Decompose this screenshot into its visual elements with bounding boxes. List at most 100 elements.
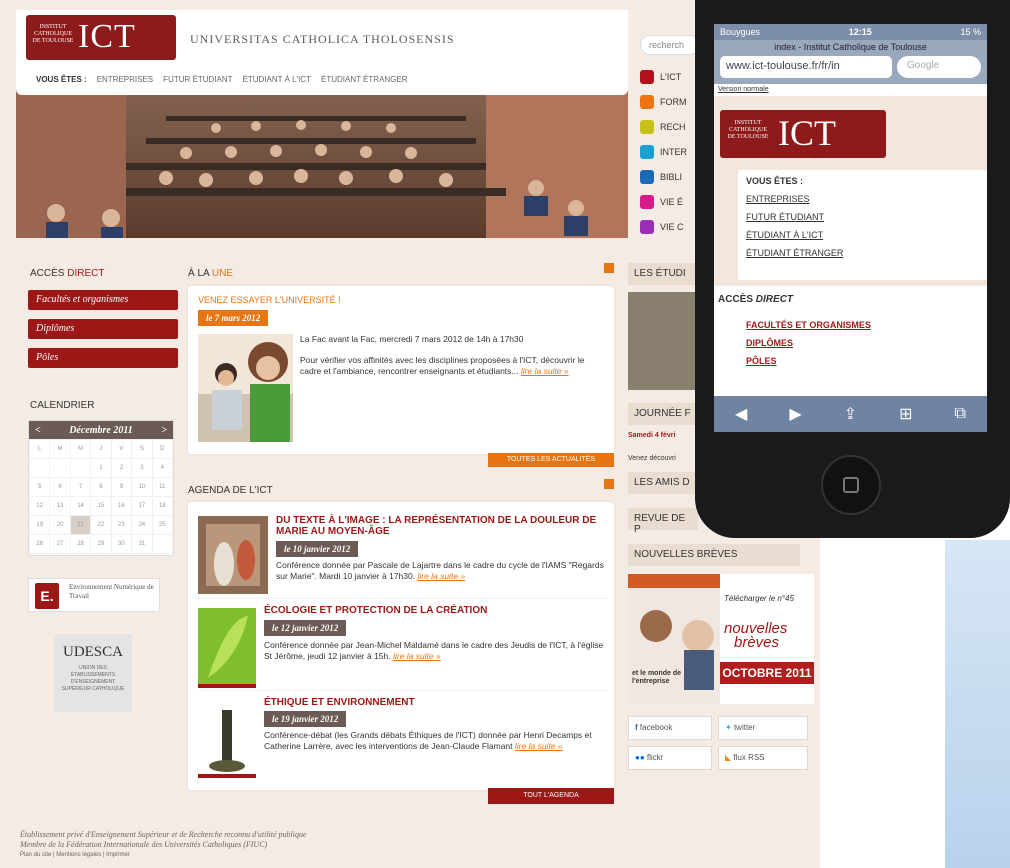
revue-heading[interactable]: REVUE DE P bbox=[628, 508, 698, 535]
calendar-day[interactable]: 27 bbox=[49, 534, 71, 554]
calendar-day[interactable]: 5 bbox=[28, 477, 51, 497]
calendar-day[interactable]: 9 bbox=[110, 477, 133, 497]
section-nav-item[interactable]: INTER bbox=[640, 143, 700, 161]
rss-icon[interactable] bbox=[604, 263, 614, 273]
tabs-icon[interactable]: ⧉ bbox=[955, 405, 966, 423]
search-input[interactable]: recherch bbox=[640, 35, 700, 55]
acces-diplomes-button[interactable]: Diplômes bbox=[28, 319, 178, 339]
calendar-day[interactable]: 17 bbox=[131, 496, 153, 516]
facebook-icon: f bbox=[635, 723, 638, 732]
mobile-acces-diplomes[interactable]: DIPLÔMES bbox=[738, 334, 987, 352]
section-nav-item[interactable]: FORM bbox=[640, 93, 700, 111]
calendar-day[interactable]: 4 bbox=[151, 458, 174, 478]
calendar-day[interactable]: 23 bbox=[110, 515, 133, 535]
home-button[interactable] bbox=[821, 455, 881, 515]
version-normale-link[interactable]: Version normale bbox=[714, 84, 987, 95]
flickr-link[interactable]: ●● flickr bbox=[628, 746, 712, 770]
ent-link[interactable]: E. Environnement Numérique de Travail bbox=[28, 578, 160, 612]
event-3-more-link[interactable]: lire la suite » bbox=[515, 741, 563, 751]
calendar-day[interactable]: 28 bbox=[69, 534, 92, 554]
calendar-day[interactable]: 19 bbox=[28, 515, 51, 535]
breves-logo-b: brèves bbox=[734, 634, 780, 651]
calendar-day[interactable]: 30 bbox=[110, 534, 133, 554]
acces-poles-button[interactable]: Pôles bbox=[28, 348, 178, 368]
une-title-a: À LA bbox=[188, 268, 210, 279]
amis-heading[interactable]: LES AMIS D bbox=[628, 472, 698, 494]
calendar-day[interactable]: 20 bbox=[49, 515, 71, 535]
journee-heading[interactable]: JOURNÉE F bbox=[628, 403, 698, 425]
twitter-link[interactable]: ✦ twitter bbox=[718, 716, 808, 740]
calendar-next-button[interactable]: > bbox=[161, 425, 167, 436]
nav-etudiant-etranger[interactable]: ÉTUDIANT ÉTRANGER bbox=[321, 75, 408, 84]
calendar-day[interactable]: 12 bbox=[28, 496, 51, 516]
audience-nav: VOUS ÊTES : ENTREPRISES FUTUR ÉTUDIANT É… bbox=[28, 66, 456, 92]
rss-feed-label: flux RSS bbox=[733, 753, 765, 762]
ict-logo[interactable]: INSTITUT CATHOLIQUE DE TOULOUSE ICT bbox=[26, 15, 176, 60]
event-1-title[interactable]: DU TEXTE À L'IMAGE : LA REPRÉSENTATION D… bbox=[276, 515, 606, 537]
calendar-day[interactable]: 21 bbox=[69, 515, 92, 535]
calendar-day[interactable]: 3 bbox=[131, 458, 153, 478]
calendar-day[interactable]: 25 bbox=[151, 515, 174, 535]
section-nav-item[interactable]: BIBLI bbox=[640, 168, 700, 186]
calendar-day bbox=[151, 534, 174, 554]
mobile-acces-diplomes-label: DIPLÔMES bbox=[746, 338, 794, 348]
mobile-acces-facultes[interactable]: FACULTÉS ET ORGANISMES bbox=[738, 316, 987, 334]
mobile-acces-poles[interactable]: PÔLES bbox=[738, 352, 987, 370]
bookmarks-icon[interactable]: ⊞ bbox=[899, 404, 912, 424]
calendar-day[interactable]: 7 bbox=[69, 477, 92, 497]
calendar-day[interactable]: 24 bbox=[131, 515, 153, 535]
calendar-day[interactable]: 16 bbox=[110, 496, 133, 516]
event-1-more-link[interactable]: lire la suite » bbox=[417, 571, 465, 581]
breves-cover[interactable]: et le monde de l'entreprise Télécharger … bbox=[628, 574, 814, 704]
event-2-title[interactable]: ÉCOLOGIE ET PROTECTION DE LA CRÉATION bbox=[264, 605, 487, 616]
nav-etudiant-ict[interactable]: ÉTUDIANT À L'ICT bbox=[242, 75, 311, 84]
calendar-day[interactable]: 18 bbox=[151, 496, 174, 516]
nav-entreprises[interactable]: ENTREPRISES bbox=[97, 75, 153, 84]
acces-facultes-button[interactable]: Facultés et organismes bbox=[28, 290, 178, 310]
event-2-more-link[interactable]: lire la suite » bbox=[393, 651, 441, 661]
facebook-link[interactable]: f facebook bbox=[628, 716, 712, 740]
mobile-link-futur[interactable]: FUTUR ÉTUDIANT bbox=[738, 206, 987, 224]
mobile-link-entreprises[interactable]: ENTREPRISES bbox=[738, 192, 987, 206]
calendar-day[interactable]: 22 bbox=[90, 515, 112, 535]
mobile-link-etranger[interactable]: ÉTUDIANT ÉTRANGER bbox=[738, 242, 987, 260]
share-icon[interactable]: ⇪ bbox=[844, 404, 857, 424]
event-3-title[interactable]: ÉTHIQUE ET ENVIRONNEMENT bbox=[264, 697, 415, 708]
footer-links[interactable]: Plan du site | Mentions légales | Imprim… bbox=[20, 850, 307, 860]
all-agenda-button[interactable]: TOUT L'AGENDA bbox=[488, 788, 614, 804]
forward-icon[interactable]: ▶ bbox=[789, 404, 801, 424]
calendar-day[interactable]: 1 bbox=[90, 458, 112, 478]
une-more-link[interactable]: lire la suite » bbox=[521, 366, 569, 376]
agenda-rss-icon[interactable] bbox=[604, 479, 614, 489]
event-3-desc: Conférence-débat (les Grands débats Éthi… bbox=[264, 730, 609, 752]
nav-futur-etudiant[interactable]: FUTUR ÉTUDIANT bbox=[163, 75, 232, 84]
etudiants-heading[interactable]: LES ÉTUDI bbox=[628, 263, 698, 285]
calendar-day[interactable]: 14 bbox=[69, 496, 92, 516]
google-search-field[interactable]: Google bbox=[897, 56, 981, 78]
calendar-day[interactable]: 8 bbox=[90, 477, 112, 497]
calendar-prev-button[interactable]: < bbox=[35, 425, 41, 436]
section-nav-item[interactable]: VIE C bbox=[640, 218, 700, 236]
url-field[interactable]: www.ict-toulouse.fr/fr/in bbox=[720, 56, 892, 78]
calendar-day[interactable]: 11 bbox=[151, 477, 174, 497]
section-nav-item[interactable]: L'ICT bbox=[640, 68, 700, 86]
udesca-subtitle: UNION DES ÉTABLISSEMENTS D'ENSEIGNEMENT … bbox=[61, 665, 125, 692]
calendar-day[interactable]: 2 bbox=[110, 458, 133, 478]
back-icon[interactable]: ◀ bbox=[735, 404, 747, 424]
section-nav-item[interactable]: RECH bbox=[640, 118, 700, 136]
une-headline[interactable]: VENEZ ESSAYER L'UNIVERSITÉ ! bbox=[198, 295, 341, 305]
calendar-day[interactable]: 26 bbox=[28, 534, 51, 554]
calendar-day[interactable]: 10 bbox=[131, 477, 153, 497]
calendar-day[interactable]: 31 bbox=[131, 534, 153, 554]
calendar-day[interactable]: 29 bbox=[90, 534, 112, 554]
calendar-day[interactable]: 13 bbox=[49, 496, 71, 516]
section-nav-item[interactable]: VIE É bbox=[640, 193, 700, 211]
all-news-button[interactable]: TOUTES LES ACTUALITÉS bbox=[488, 453, 614, 467]
calendar-day[interactable]: 6 bbox=[49, 477, 71, 497]
mobile-link-etudiant-ict[interactable]: ÉTUDIANT À L'ICT bbox=[738, 224, 987, 242]
udesca-logo[interactable]: UDESCA UNION DES ÉTABLISSEMENTS D'ENSEIG… bbox=[54, 634, 132, 712]
mobile-ict-logo[interactable]: INSTITUT CATHOLIQUE DE TOULOUSE ICT bbox=[720, 110, 886, 158]
calendar-day[interactable]: 15 bbox=[90, 496, 112, 516]
rss-feed-link[interactable]: ◣ flux RSS bbox=[718, 746, 808, 770]
breves-download[interactable]: Télécharger le n°45 bbox=[724, 594, 794, 603]
